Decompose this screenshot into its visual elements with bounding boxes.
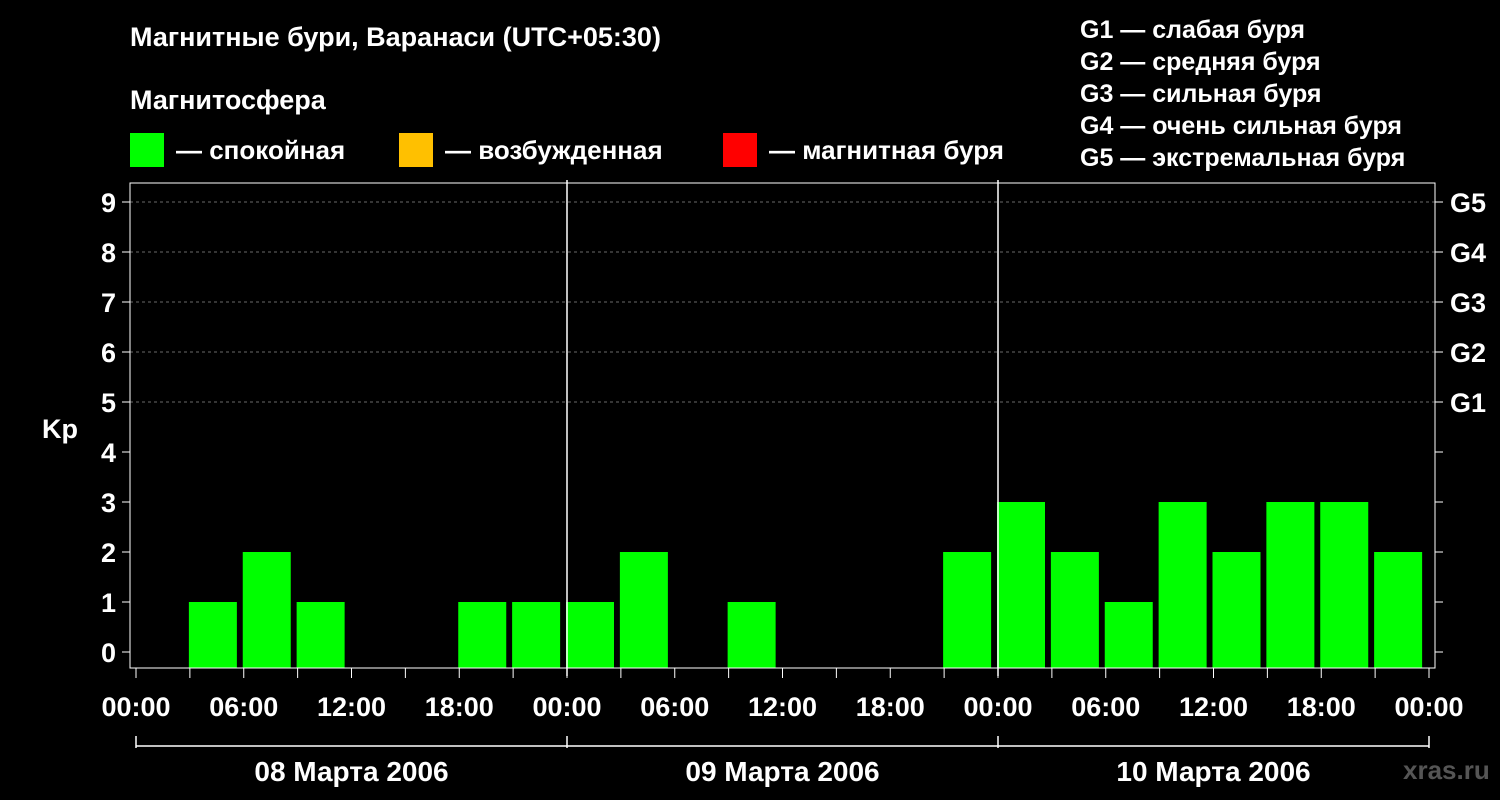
x-tick-label: 06:00 (1071, 692, 1140, 722)
x-tick-label: 06:00 (640, 692, 709, 722)
kp-bar (1374, 552, 1423, 668)
kp-bar (1104, 602, 1153, 668)
g-level-label: G3 (1450, 288, 1486, 318)
x-tick-label: 06:00 (209, 692, 278, 722)
day-label: 10 Марта 2006 (1116, 756, 1310, 787)
x-tick-label: 00:00 (101, 692, 170, 722)
y-tick-label: 9 (101, 188, 116, 218)
kp-bar (242, 552, 291, 668)
x-tick-label: 18:00 (425, 692, 494, 722)
kp-bar (1158, 502, 1207, 668)
kp-bar (512, 602, 561, 668)
kp-bar (1212, 552, 1261, 668)
x-tick-label: 00:00 (963, 692, 1032, 722)
day-label: 09 Марта 2006 (685, 756, 879, 787)
g-level-label: G5 (1450, 188, 1486, 218)
kp-bar (943, 552, 992, 668)
x-tick-label: 00:00 (1394, 692, 1463, 722)
y-tick-label: 2 (101, 538, 116, 568)
g-level-label: G4 (1450, 238, 1486, 268)
kp-bar (188, 602, 237, 668)
kp-bar (727, 602, 776, 668)
g-level-label: G2 (1450, 338, 1486, 368)
kp-bar (1320, 502, 1369, 668)
y-tick-label: 8 (101, 238, 116, 268)
watermark: xras.ru (1403, 755, 1490, 785)
y-tick-label: 4 (101, 438, 116, 468)
kp-bar (997, 502, 1045, 668)
y-tick-label: 7 (101, 288, 116, 318)
x-tick-label: 18:00 (856, 692, 925, 722)
x-tick-label: 12:00 (748, 692, 817, 722)
kp-bar (1266, 502, 1315, 668)
y-axis-label: Kp (42, 414, 78, 444)
y-tick-label: 0 (101, 638, 116, 668)
x-tick-label: 00:00 (532, 692, 601, 722)
kp-bar-chart: 0 1 2 3 4 5 6 7 8 9 G1 G2 G3 G4 G5 Kp 00:00 06:00 12:00 18:… (42, 180, 1486, 787)
kp-bar (566, 602, 614, 668)
x-tick-label: 18:00 (1287, 692, 1356, 722)
kp-bar (458, 602, 507, 668)
g-level-label: G1 (1450, 388, 1486, 418)
x-tick-label: 12:00 (1179, 692, 1248, 722)
x-tick-label: 12:00 (317, 692, 386, 722)
y-tick-label: 5 (101, 388, 116, 418)
kp-bar (619, 552, 668, 668)
kp-bar (1050, 552, 1099, 668)
y-tick-label: 1 (101, 588, 116, 618)
kp-bar (296, 602, 345, 668)
y-tick-label: 3 (101, 488, 116, 518)
y-tick-label: 6 (101, 338, 116, 368)
day-label: 08 Марта 2006 (254, 756, 448, 787)
